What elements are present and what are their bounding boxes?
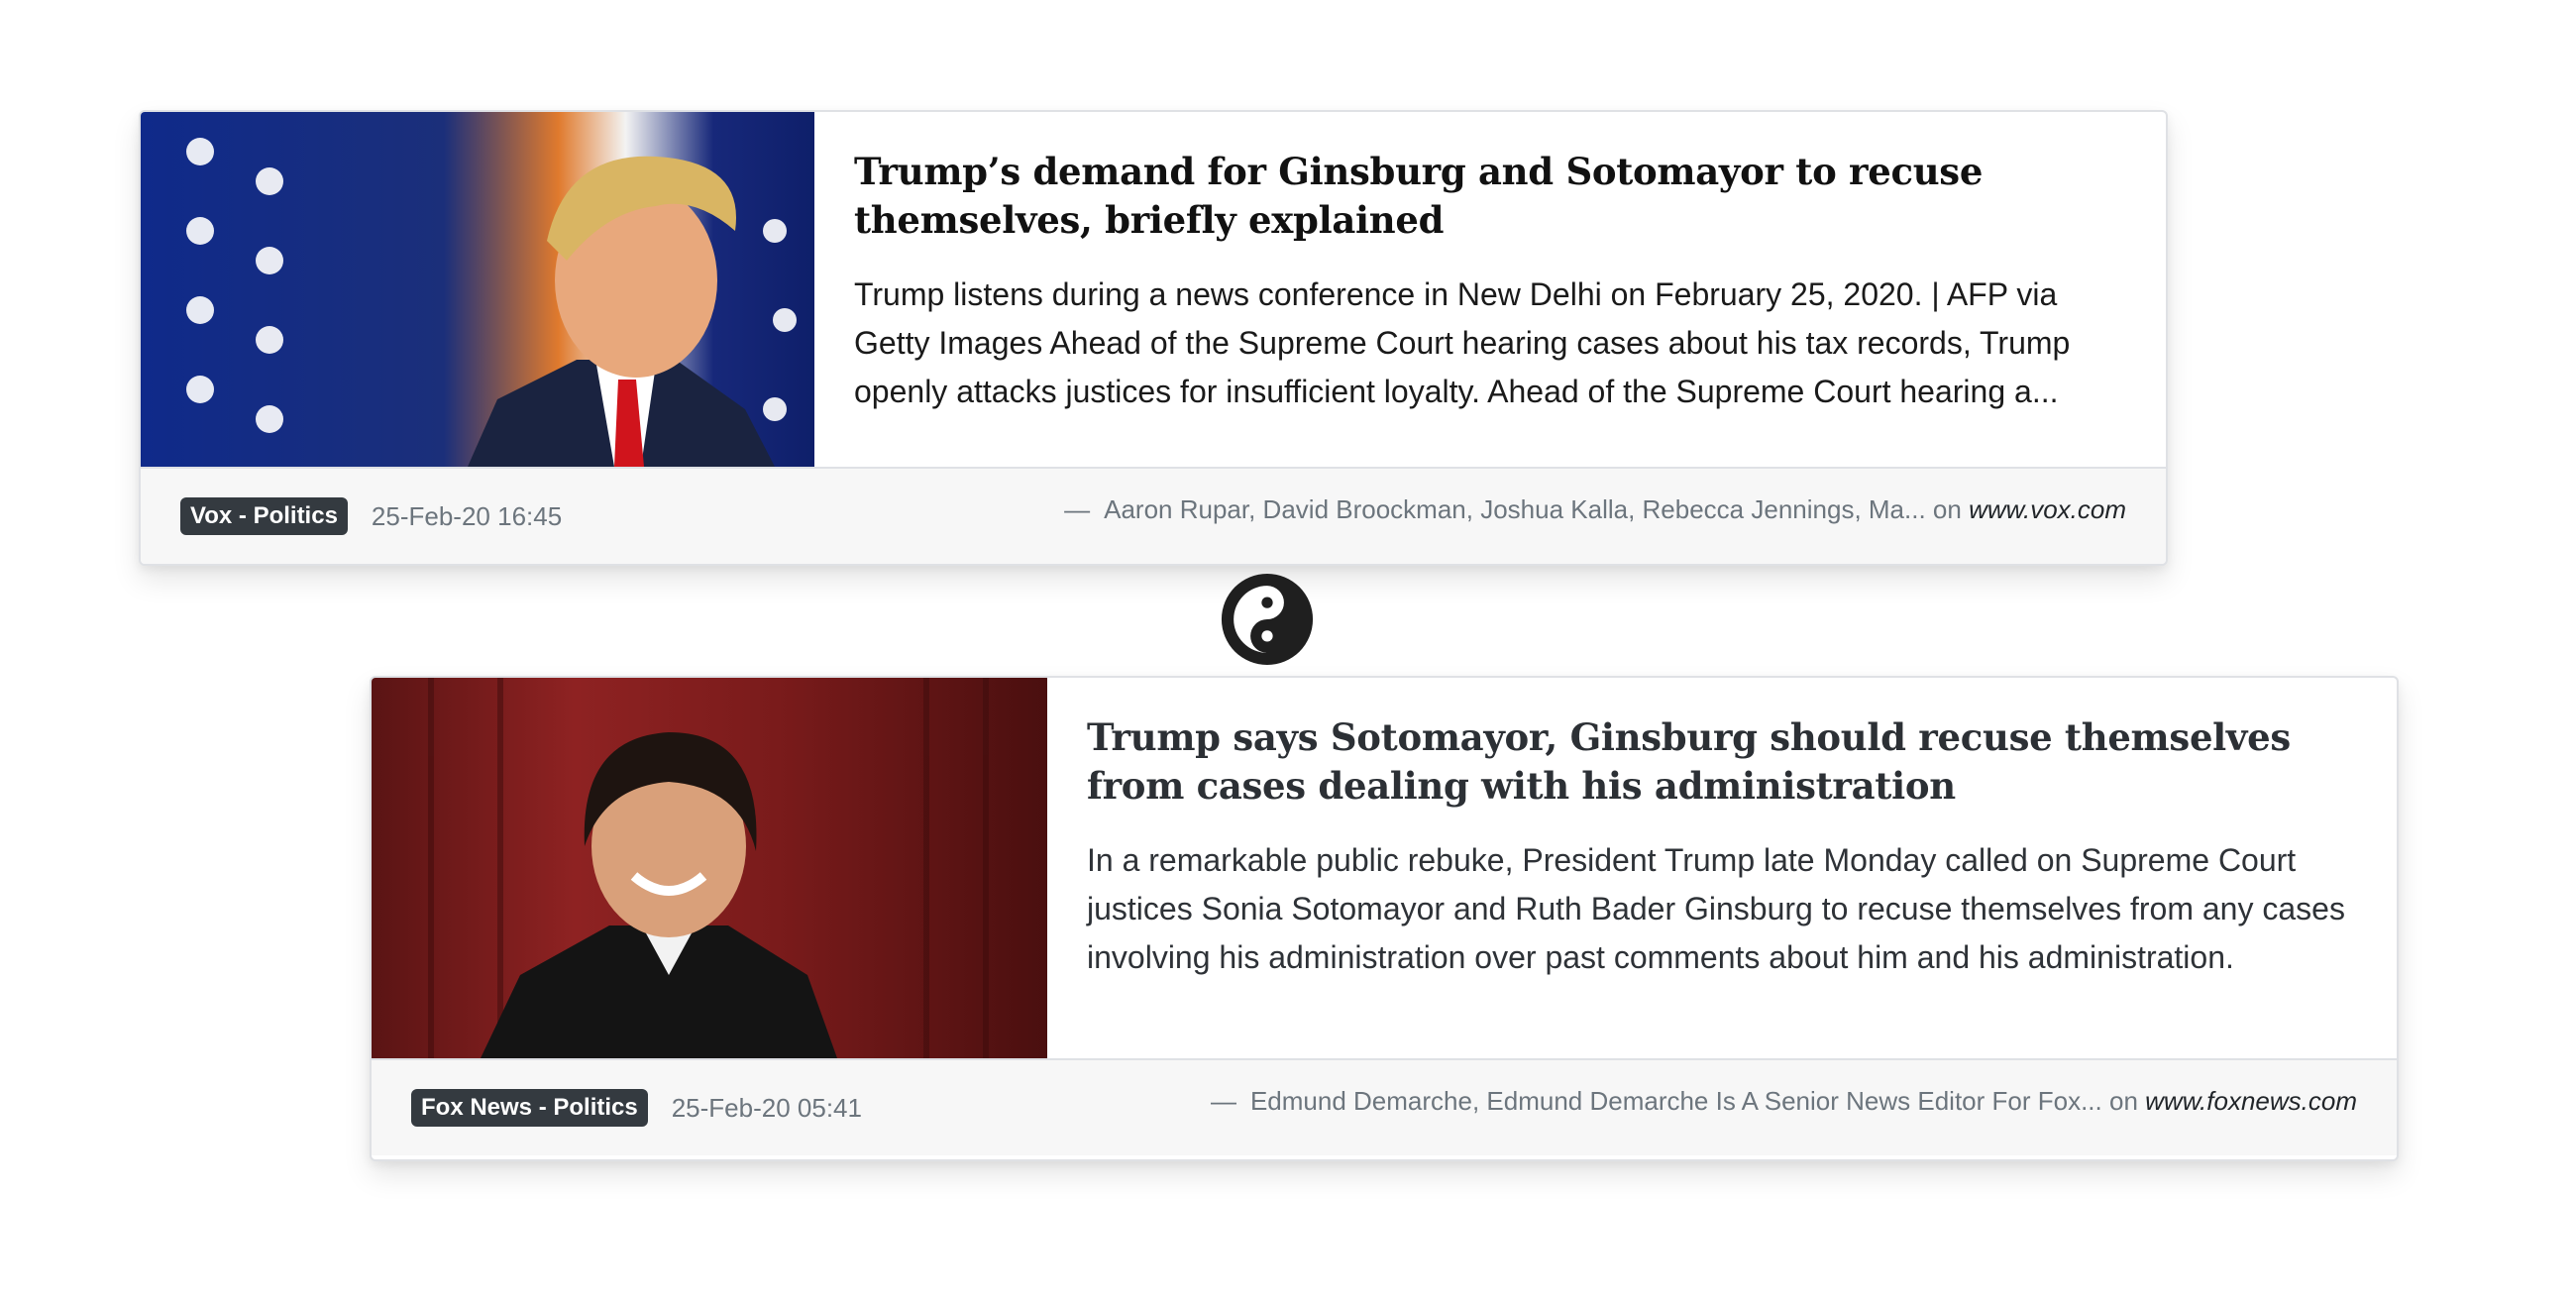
article-date: 25-Feb-20 05:41 xyxy=(671,1092,862,1123)
article-site-link[interactable]: www.foxnews.com xyxy=(2145,1086,2357,1116)
article-authors: Aaron Rupar, David Broockman, Joshua Kal… xyxy=(1104,494,1926,524)
article-card-fox[interactable]: Trump says Sotomayor, Ginsburg should re… xyxy=(370,676,2399,1161)
article-attribution: — Aaron Rupar, David Broockman, Joshua Ka… xyxy=(1064,494,2126,525)
attribution-on: on xyxy=(2109,1086,2138,1116)
article-site-link[interactable]: www.vox.com xyxy=(1969,494,2126,524)
attribution-dash: — xyxy=(1210,1086,1236,1116)
article-footer: Vox - Politics 25-Feb-20 16:45 — Aaron Ru… xyxy=(141,469,2166,564)
article-card-vox[interactable]: Trump’s demand for Ginsburg and Sotomayo… xyxy=(139,110,2168,566)
article-headline[interactable]: Trump says Sotomayor, Ginsburg should re… xyxy=(1087,713,2357,811)
article-headline[interactable]: Trump’s demand for Ginsburg and Sotomayo… xyxy=(854,148,2126,245)
article-summary: Trump listens during a news conference i… xyxy=(854,276,2071,409)
attribution-dash: — xyxy=(1064,494,1091,524)
article-image-sotomayor[interactable] xyxy=(372,678,1047,1058)
article-summary: In a remarkable public rebuke, President… xyxy=(1087,842,2345,975)
source-badge[interactable]: Vox - Politics xyxy=(180,497,348,535)
article-image-trump[interactable] xyxy=(141,112,814,467)
article-attribution: — Edmund Demarche, Edmund Demarche Is A S… xyxy=(1211,1086,2357,1117)
attribution-on: on xyxy=(1932,494,1962,524)
source-badge[interactable]: Fox News - Politics xyxy=(411,1089,648,1127)
article-date: 25-Feb-20 16:45 xyxy=(371,500,563,531)
yin-yang-icon xyxy=(1221,573,1314,666)
article-footer: Fox News - Politics 25-Feb-20 05:41 — Edm… xyxy=(372,1060,2397,1155)
article-authors: Edmund Demarche, Edmund Demarche Is A Se… xyxy=(1249,1086,2102,1116)
